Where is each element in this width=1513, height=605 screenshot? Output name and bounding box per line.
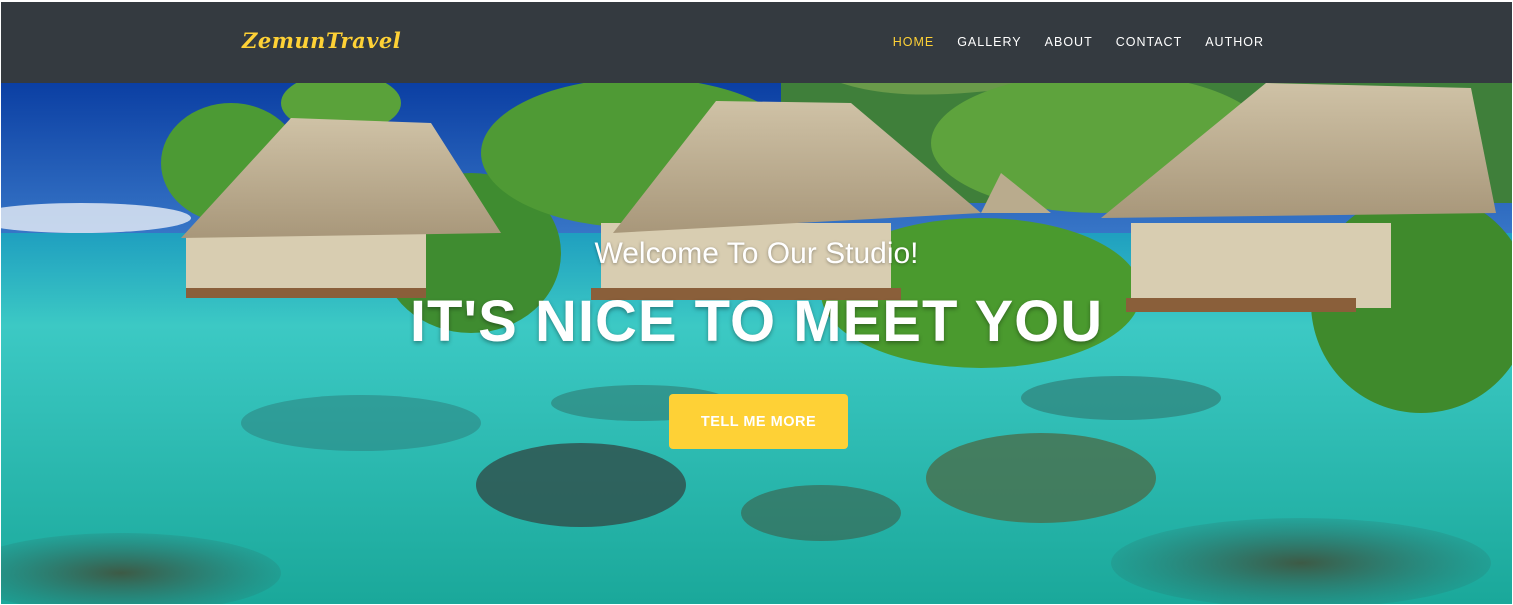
hero-content: Welcome To Our Studio! IT'S NICE TO MEET… [1,83,1512,604]
nav-link-home[interactable]: HOME [893,35,935,49]
nav-link-contact[interactable]: CONTACT [1116,35,1183,49]
nav-menu: HOME GALLERY ABOUT CONTACT AUTHOR [870,35,1264,49]
nav-link-gallery[interactable]: GALLERY [957,35,1021,49]
top-navbar: ZemunTravel HOME GALLERY ABOUT CONTACT A… [1,2,1512,83]
brand-logo[interactable]: ZemunTravel [242,28,401,53]
tell-me-more-button[interactable]: TELL ME MORE [669,394,848,449]
page-frame: ZemunTravel HOME GALLERY ABOUT CONTACT A… [1,2,1512,604]
nav-link-about[interactable]: ABOUT [1045,35,1093,49]
hero-subheading: Welcome To Our Studio! [594,237,919,270]
nav-link-author[interactable]: AUTHOR [1205,35,1264,49]
hero-heading: IT'S NICE TO MEET YOU [409,289,1104,354]
hero-section: Welcome To Our Studio! IT'S NICE TO MEET… [1,83,1512,604]
